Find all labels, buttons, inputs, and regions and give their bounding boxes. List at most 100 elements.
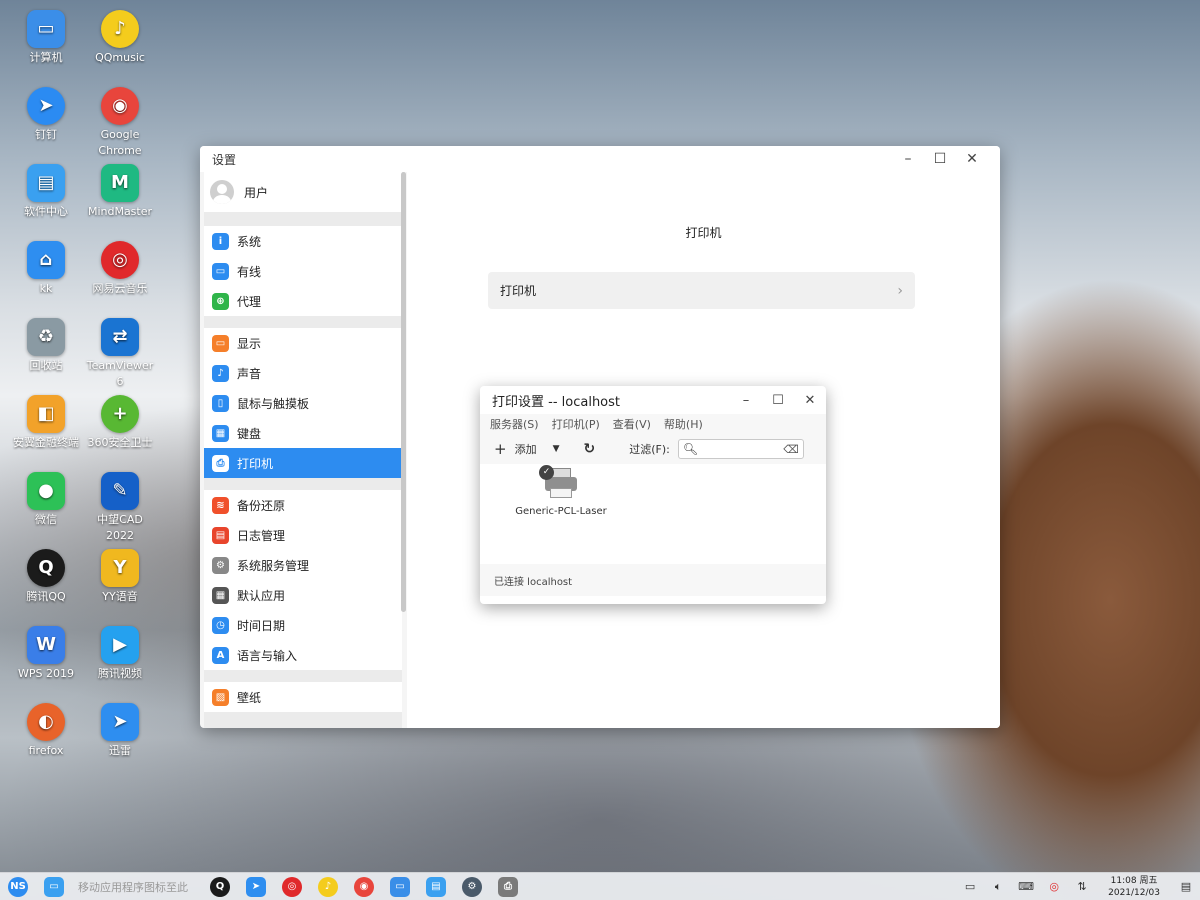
printer-row[interactable]: 打印机 › xyxy=(488,272,915,309)
sidebar-item[interactable]: ⊕ 代理 xyxy=(204,286,402,316)
launcher-icon[interactable]: NS xyxy=(8,876,28,897)
dingtalk-icon: ➤ xyxy=(27,87,65,125)
cad-icon: ✎ xyxy=(101,472,139,510)
sidebar-item-label: 用户 xyxy=(244,185,269,200)
keyboard-icon[interactable]: ⌨ xyxy=(1018,879,1034,895)
taskbar: NS ▭ 移动应用程序图标至此 Q ➤ ◎ ♪ ◉ ▭ ▤ ⚙ ⎙ ▭ 🔈︎ ⌨… xyxy=(0,872,1200,900)
file-manager-icon[interactable]: ▭ xyxy=(390,876,410,897)
sound-icon: ♪ xyxy=(212,364,229,382)
desktop-icon[interactable]: Q 腾讯QQ xyxy=(8,549,84,605)
maximize-icon[interactable]: ☐ xyxy=(924,147,956,171)
music-icon[interactable]: ♪ xyxy=(318,876,338,897)
sidebar-item-label: 声音 xyxy=(237,366,262,381)
desktop-icon[interactable]: W WPS 2019 xyxy=(8,626,84,682)
settings-titlebar[interactable]: 设置 – ☐ ✕ xyxy=(200,146,1000,172)
qq-icon[interactable]: Q xyxy=(210,876,230,897)
sidebar-item[interactable]: ▨ 壁纸 xyxy=(204,682,402,712)
network-icon[interactable]: ⇅ xyxy=(1074,879,1090,895)
sidebar-item[interactable]: ▦ 默认应用 xyxy=(204,580,402,610)
menu-item[interactable]: 查看(V) xyxy=(613,416,651,432)
thunder-icon[interactable]: ➤ xyxy=(246,876,266,897)
desktop-icon-label: 软件中心 xyxy=(24,205,68,218)
clear-icon[interactable]: ⌫ xyxy=(783,443,799,456)
refresh-icon[interactable]: ↻ xyxy=(584,441,596,457)
sidebar-item[interactable]: ≋ 备份还原 xyxy=(204,490,402,520)
printer-dialog: 打印设置 -- localhost – ☐ ✕ 服务器(S) 打印机(P) 查看(V… xyxy=(480,386,826,604)
sidebar-item[interactable]: ▦ 键盘 xyxy=(204,418,402,448)
chevron-down-icon[interactable]: ▼ xyxy=(553,444,560,454)
filter-label: 过滤(F): xyxy=(629,443,670,456)
desktop-icon[interactable]: ⌂ kk xyxy=(8,241,84,297)
desktop-icon[interactable]: ◎ 网易云音乐 xyxy=(82,241,158,297)
printer-item[interactable]: ✓ Generic-PCL-Laser xyxy=(512,465,610,517)
language-icon: A xyxy=(212,646,229,664)
sidebar-item[interactable]: ⎙ 打印机 xyxy=(204,448,402,478)
desktop-icon[interactable]: M MindMaster xyxy=(82,164,158,220)
menu-item[interactable]: 帮助(H) xyxy=(664,416,703,432)
desktop-icon[interactable]: ➤ 迅雷 xyxy=(82,703,158,759)
sidebar-item[interactable]: A 语言与输入 xyxy=(204,640,402,670)
desktop-icon[interactable]: ♻ 回收站 xyxy=(8,318,84,374)
show-desktop-icon[interactable]: ▭ xyxy=(44,876,64,897)
printer-icon: ✓ xyxy=(539,465,579,500)
desktop-icon[interactable]: Y YY语音 xyxy=(82,549,158,605)
add-icon[interactable]: + xyxy=(494,440,507,458)
sidebar-item[interactable]: ◷ 时间日期 xyxy=(204,610,402,640)
sidebar-item-label: 系统 xyxy=(237,234,262,249)
settings-icon[interactable]: ⚙ xyxy=(462,876,482,897)
desktop-icon[interactable]: ▭ 计算机 xyxy=(8,10,84,66)
netease-music-icon[interactable]: ◎ xyxy=(282,876,302,897)
sidebar-item-label: 默认应用 xyxy=(237,588,286,603)
notification-center-icon[interactable]: ▤ xyxy=(1178,879,1194,895)
menu-item[interactable]: 服务器(S) xyxy=(490,416,539,432)
desktop-icon[interactable]: ♪ QQmusic xyxy=(82,10,158,66)
desktop-icon[interactable]: +360安全卫士 xyxy=(82,395,158,451)
wechat-icon: ● xyxy=(27,472,65,510)
printer-dialog-titlebar[interactable]: 打印设置 -- localhost – ☐ ✕ xyxy=(480,386,826,414)
close-icon[interactable]: ✕ xyxy=(794,386,826,414)
desktop-icon[interactable]: ⇄ TeamViewer 6 xyxy=(82,318,158,390)
desktop-icon[interactable]: ✎ 中望CAD 2022 xyxy=(82,472,158,544)
filter-input[interactable] xyxy=(702,443,784,455)
sidebar-item-user[interactable]: 用户 xyxy=(204,172,402,212)
sidebar-item[interactable]: ▭ 有线 xyxy=(204,256,402,286)
sidebar-item[interactable]: ▭ 显示 xyxy=(204,328,402,358)
desktop-icon-label: 钉钉 xyxy=(35,128,57,141)
notification-icon[interactable]: ▭ xyxy=(962,879,978,895)
close-icon[interactable]: ✕ xyxy=(956,147,988,171)
desktop-icon[interactable]: ◐ firefox xyxy=(8,703,84,759)
sidebar-item[interactable]: ▤ 日志管理 xyxy=(204,520,402,550)
sidebar-item[interactable]: ♪ 声音 xyxy=(204,358,402,388)
desktop-icon-label: 计算机 xyxy=(29,51,63,64)
desktop-icon[interactable]: ➤ 钉钉 xyxy=(8,87,84,143)
desktop-icon[interactable]: ◧ 安翼金融终端 xyxy=(8,395,84,451)
taskbar-hint: 移动应用程序图标至此 xyxy=(78,880,188,894)
avatar xyxy=(210,180,234,204)
display-icon: ▭ xyxy=(212,334,229,352)
sidebar-item[interactable]: ⚙ 系统服务管理 xyxy=(204,550,402,580)
music-icon: ♪ xyxy=(101,10,139,48)
add-button[interactable]: 添加 xyxy=(515,441,537,457)
yy-icon: Y xyxy=(101,549,139,587)
sidebar-group: i 系统 ▭ 有线 ⊕ 代理 xyxy=(204,226,402,316)
sidebar-item[interactable]: i 系统 xyxy=(204,226,402,256)
desktop-icon[interactable]: ● 微信 xyxy=(8,472,84,528)
minimize-icon[interactable]: – xyxy=(730,386,762,414)
filter-search-box[interactable]: 🔍︎ ⌫ xyxy=(677,439,804,459)
chrome-icon[interactable]: ◉ xyxy=(354,876,374,897)
desktop-icon[interactable]: ◉ Google Chrome xyxy=(82,87,158,159)
clock[interactable]: 11:08 周五 2021/12/03 xyxy=(1108,875,1160,899)
maximize-icon[interactable]: ☐ xyxy=(762,386,794,414)
volume-icon[interactable]: 🔈︎ xyxy=(990,879,1006,895)
sidebar-scrollbar[interactable] xyxy=(401,172,406,612)
chevron-right-icon: › xyxy=(897,282,903,299)
printer-icon[interactable]: ⎙ xyxy=(498,876,518,897)
desktop-icon[interactable]: ▤ 软件中心 xyxy=(8,164,84,220)
minimize-icon[interactable]: – xyxy=(892,147,924,171)
sidebar-item[interactable]: ▯ 鼠标与触摸板 xyxy=(204,388,402,418)
store-icon[interactable]: ▤ xyxy=(426,876,446,897)
desktop-icon-label: 微信 xyxy=(35,513,57,526)
desktop-icon[interactable]: ▶ 腾讯视频 xyxy=(82,626,158,682)
netease-tray-icon[interactable]: ◎ xyxy=(1046,879,1062,895)
menu-item[interactable]: 打印机(P) xyxy=(552,416,600,432)
